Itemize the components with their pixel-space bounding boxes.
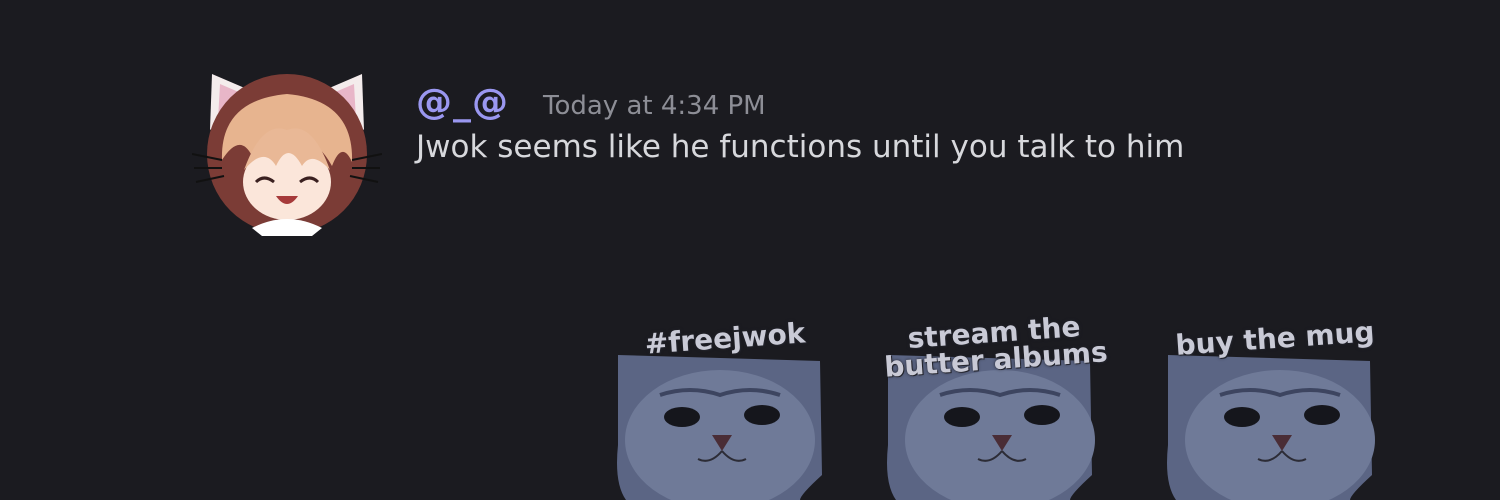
cat-face-sticker-icon	[617, 355, 822, 500]
message-header: @_@ Today at 4:34 PM	[416, 82, 1184, 123]
message-timestamp: Today at 4:34 PM	[543, 91, 766, 121]
username[interactable]: @_@	[416, 82, 509, 123]
sticker-freejwok[interactable]: #freejwok	[600, 316, 850, 500]
chat-message: @_@ Today at 4:34 PM Jwok seems like he …	[416, 82, 1184, 165]
message-text: Jwok seems like he functions until you t…	[416, 129, 1185, 165]
cat-face-sticker-icon	[1167, 355, 1375, 500]
user-avatar[interactable]	[192, 70, 382, 240]
sticker-buy-the-mug[interactable]: buy the mug	[1150, 315, 1400, 500]
cat-ear-anime-avatar-icon	[192, 74, 382, 236]
sticker-stream-the-butter-albums[interactable]: stream the butter albums	[870, 310, 1120, 500]
